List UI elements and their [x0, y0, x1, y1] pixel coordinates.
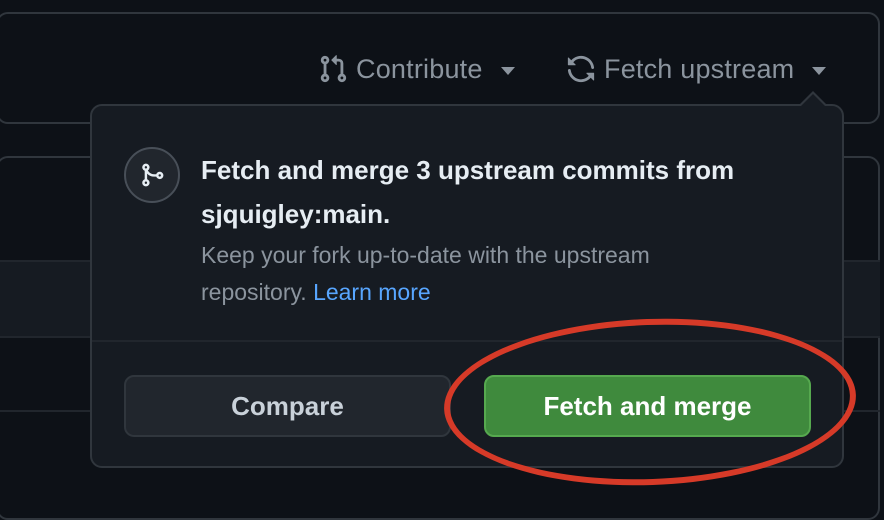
- learn-more-link[interactable]: Learn more: [313, 279, 431, 305]
- contribute-button[interactable]: Contribute: [318, 50, 515, 88]
- compare-button[interactable]: Compare: [124, 375, 451, 437]
- caret-down-icon: [812, 67, 827, 75]
- popover-arrow-fill: [801, 94, 825, 106]
- popover-title: Fetch and merge 3 upstream commits from …: [201, 155, 735, 229]
- fetch-upstream-button[interactable]: Fetch upstream: [566, 50, 827, 88]
- fetch-and-merge-button[interactable]: Fetch and merge: [484, 375, 811, 437]
- git-merge-icon: [124, 147, 180, 203]
- sync-icon: [566, 54, 596, 84]
- caret-down-icon: [500, 67, 515, 75]
- popover-description: Keep your fork up-to-date with the upstr…: [201, 237, 761, 311]
- popover-divider: [92, 340, 842, 342]
- contribute-label: Contribute: [356, 53, 483, 84]
- git-pull-request-icon: [318, 54, 348, 84]
- fetch-upstream-label: Fetch upstream: [604, 53, 795, 84]
